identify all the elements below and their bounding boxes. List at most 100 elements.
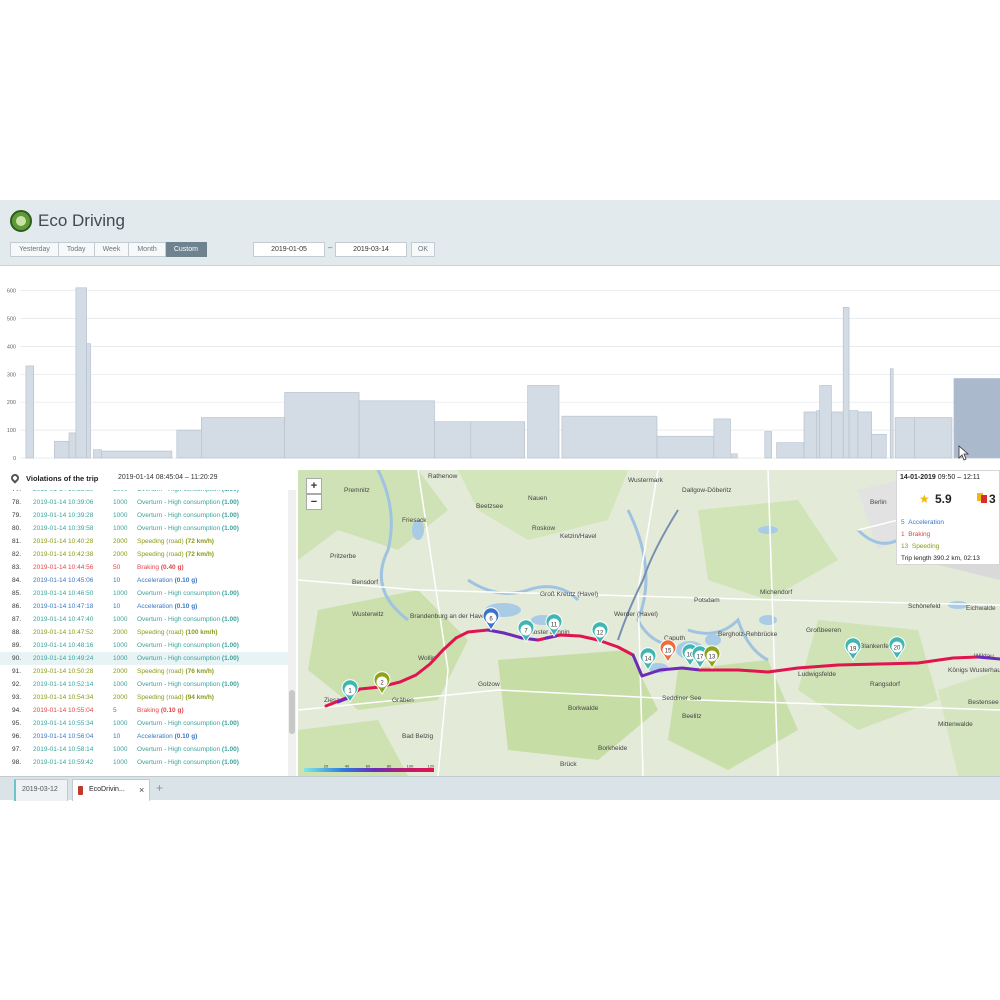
period-tab-today[interactable]: Today xyxy=(58,242,95,257)
chart-bar[interactable] xyxy=(470,421,525,459)
violation-row[interactable]: 79. 2019-01-14 10:39:28 1000 Overturn - Hig… xyxy=(0,509,288,522)
violation-row[interactable]: 82. 2019-01-14 10:42:38 2000 Speeding (road… xyxy=(0,548,288,561)
tab-close-icon[interactable]: × xyxy=(139,780,144,800)
violation-type: Speeding (road) xyxy=(137,694,184,701)
chart-bar[interactable] xyxy=(713,418,731,459)
add-tab-icon[interactable]: + xyxy=(156,781,163,795)
map-place-label: Rathenow xyxy=(428,473,458,480)
scrollbar-thumb[interactable] xyxy=(289,690,295,734)
violation-row[interactable]: 91. 2019-01-14 10:50:28 2000 Speeding (road… xyxy=(0,665,288,678)
violation-type: Overturn - High consumption xyxy=(137,512,221,519)
violation-row[interactable]: 84. 2019-01-14 10:45:06 10 Acceleration (0.… xyxy=(0,574,288,587)
chart-bar[interactable] xyxy=(434,421,472,459)
violations-panel: Violations of the trip 2019-01-14 08:45:… xyxy=(0,468,298,776)
violation-value: (94 km/h) xyxy=(185,694,214,701)
violation-number: 90. xyxy=(12,655,22,662)
chart-bar[interactable] xyxy=(842,307,850,459)
violation-type: Overturn - High consumption xyxy=(137,642,221,649)
chart-bar[interactable] xyxy=(776,442,805,459)
violation-row[interactable]: 96. 2019-01-14 10:56:04 10 Acceleration (0.… xyxy=(0,730,288,743)
violation-row[interactable]: 85. 2019-01-14 10:46:50 1000 Overturn - Hig… xyxy=(0,587,288,600)
map-place-label: Michendorf xyxy=(760,589,792,596)
speed-legend-label: 60 xyxy=(366,764,371,769)
violation-row[interactable]: 89. 2019-01-14 10:48:16 1000 Overturn - Hig… xyxy=(0,639,288,652)
chart-bar[interactable] xyxy=(68,432,77,459)
violation-row[interactable]: 87. 2019-01-14 10:47:40 1000 Overturn - Hig… xyxy=(0,613,288,626)
chart-bar[interactable] xyxy=(358,400,435,459)
violation-number: 88. xyxy=(12,629,22,636)
violation-row[interactable]: 88. 2019-01-14 10:47:52 2000 Speeding (road… xyxy=(0,626,288,639)
map-place-label: Bergholz-Rehbrücke xyxy=(718,631,778,638)
map-place-label: Premnitz xyxy=(344,487,370,494)
zoom-out-button[interactable]: − xyxy=(306,494,322,510)
chart-bar[interactable] xyxy=(75,287,87,459)
violations-list[interactable]: 77.2019-01-14 10:38:501000Overturn - Hig… xyxy=(0,490,288,776)
violation-row[interactable]: 80. 2019-01-14 10:39:58 1000 Overturn - Hig… xyxy=(0,522,288,535)
date-from-input[interactable]: 2019-01-05 xyxy=(253,242,325,257)
chart-bar[interactable] xyxy=(894,417,916,459)
violations-scrollbar[interactable] xyxy=(288,490,296,776)
chart-bar[interactable] xyxy=(527,385,560,459)
chart-bar[interactable] xyxy=(201,417,285,459)
date-to-input[interactable]: 2019-03-14 xyxy=(335,242,407,257)
speed-legend-label: 40 xyxy=(345,764,350,769)
chart-bar[interactable] xyxy=(914,417,953,459)
chart-bar[interactable] xyxy=(764,431,772,459)
violation-penalty: 1000 xyxy=(113,642,128,649)
chart-bar[interactable] xyxy=(176,429,202,459)
chart-bar[interactable] xyxy=(871,433,887,459)
violation-number: 97. xyxy=(12,746,22,753)
violation-row[interactable]: 81. 2019-01-14 10:40:28 2000 Speeding (road… xyxy=(0,535,288,548)
violation-time: 2019-01-14 10:48:16 xyxy=(33,642,94,649)
violation-row[interactable]: 78. 2019-01-14 10:39:06 1000 Overturn - Hig… xyxy=(0,496,288,509)
chart-y-tick-label: 200 xyxy=(7,400,16,406)
period-tab-week[interactable]: Week xyxy=(94,242,130,257)
violation-row[interactable]: 95. 2019-01-14 10:55:34 1000 Overturn - Hig… xyxy=(0,717,288,730)
violation-row[interactable]: 90. 2019-01-14 10:49:24 1000 Overturn - Hig… xyxy=(0,652,288,665)
period-tab-month[interactable]: Month xyxy=(129,242,166,257)
chart-bar[interactable] xyxy=(953,378,1000,459)
violation-row[interactable]: 83. 2019-01-14 10:44:56 50 Braking (0.40 g) xyxy=(0,561,288,574)
map-place-label: Wusterwitz xyxy=(352,611,384,618)
period-tab-yesterday[interactable]: Yesterday xyxy=(10,242,59,257)
ok-button[interactable]: OK xyxy=(411,242,435,257)
map-canvas[interactable]: Premnitz Rathenow Friesack Nauen Wustermark D… xyxy=(298,470,1000,776)
chart-bar[interactable] xyxy=(656,435,715,459)
violation-row[interactable]: 93. 2019-01-14 10:54:34 2000 Speeding (road… xyxy=(0,691,288,704)
chart-bar[interactable] xyxy=(93,449,102,459)
chart-bar[interactable] xyxy=(889,368,894,459)
violation-value: (1.00) xyxy=(221,746,239,753)
violation-number: 93. xyxy=(12,694,22,701)
period-tab-custom[interactable]: Custom xyxy=(165,242,207,257)
chart-bar[interactable] xyxy=(848,410,859,459)
app-window: Eco Driving Yesterday Today Week Month C… xyxy=(0,200,1000,801)
chart-bar[interactable] xyxy=(819,385,832,459)
tab-date[interactable]: 2019-03-12 xyxy=(14,779,68,801)
braking-count: 1 xyxy=(901,531,905,538)
chart-bar[interactable] xyxy=(731,453,738,459)
chart-bar[interactable] xyxy=(101,450,173,459)
chart-bar[interactable] xyxy=(25,365,35,459)
violation-description: Braking (0.40 g) xyxy=(137,561,184,574)
violation-row[interactable]: 86. 2019-01-14 10:47:18 10 Acceleration (0.… xyxy=(0,600,288,613)
mileage-bar-chart[interactable]: 0 100 200 300 400 500 600 xyxy=(0,280,1000,465)
violation-type: Overturn - High consumption xyxy=(137,525,221,532)
chart-bar[interactable] xyxy=(803,411,818,459)
zoom-in-button[interactable]: + xyxy=(306,478,322,494)
chart-bar[interactable] xyxy=(284,392,360,459)
chart-bar[interactable] xyxy=(857,411,872,459)
chart-bar[interactable] xyxy=(831,411,844,459)
map-place-label: Bestensee xyxy=(968,699,999,706)
violation-row[interactable]: 97. 2019-01-14 10:58:14 1000 Overturn - Hig… xyxy=(0,743,288,756)
chart-bar[interactable] xyxy=(816,410,820,459)
trip-time-range: 09:50 – 12:11 xyxy=(937,474,981,481)
chart-bar[interactable] xyxy=(86,343,91,459)
route-map[interactable]: Premnitz Rathenow Friesack Nauen Wustermark D… xyxy=(298,470,1000,776)
violation-row[interactable]: 98. 2019-01-14 10:59:42 1000 Overturn - Hig… xyxy=(0,756,288,769)
violation-row[interactable]: 92. 2019-01-14 10:52:14 1000 Overturn - Hig… xyxy=(0,678,288,691)
tab-eco-driving[interactable]: EcoDrivin... × xyxy=(72,779,150,801)
violation-row[interactable]: 94. 2019-01-14 10:55:04 5 Braking (0.10 g) xyxy=(0,704,288,717)
violation-description: Overturn - High consumption (1.00) xyxy=(137,613,239,626)
chart-bar[interactable] xyxy=(561,415,658,459)
chart-bar[interactable] xyxy=(53,440,70,459)
